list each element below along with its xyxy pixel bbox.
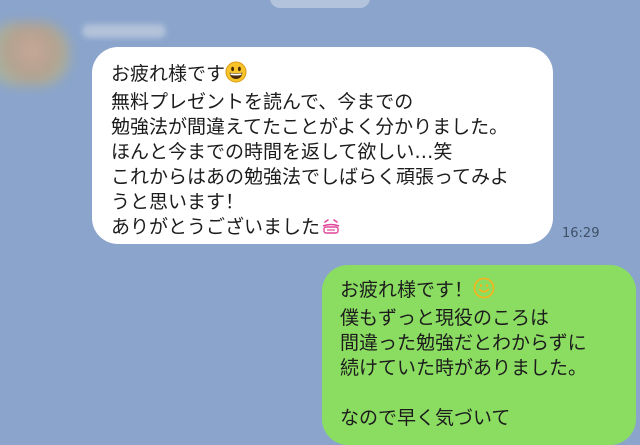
message-line: 間違った勉強だとわからずに xyxy=(340,332,587,354)
date-separator-pill xyxy=(270,0,370,8)
message-line: 僕もずっと現役のころは xyxy=(340,307,550,329)
message-line: これからはあの勉強法でしばらく頑張ってみよ xyxy=(111,166,510,188)
message-timestamp: 16:29 xyxy=(562,226,600,241)
outgoing-message-bubble[interactable]: お疲れ様です！ 僕もずっと現役のころは 間違った勉強だとわからずに 続けていた時… xyxy=(322,265,636,445)
message-line: 勉強法が間違えてたことがよく分かりました。 xyxy=(111,116,509,138)
sender-name-blurred xyxy=(82,24,166,38)
message-line: 続けていた時がありました。 xyxy=(340,357,588,379)
sender-avatar[interactable] xyxy=(0,22,70,86)
message-line: うと思います！ xyxy=(111,191,245,213)
message-line: お疲れ様です xyxy=(111,63,226,85)
message-line: ありがとうございました xyxy=(111,216,321,238)
incoming-message-bubble[interactable]: お疲れ様です 無料プレゼントを読んで、今までの 勉強法が間違えてたことがよく分か… xyxy=(92,47,553,244)
grinning-face-emoji-icon xyxy=(225,61,247,90)
message-line: お疲れ様です！ xyxy=(340,279,474,301)
message-line: ほんと今までの時間を返して欲しい…笑 xyxy=(111,141,453,163)
message-line: 無料プレゼントを読んで、今までの xyxy=(111,91,414,113)
smiling-face-emoji-icon xyxy=(473,277,495,306)
bowing-emoji-icon xyxy=(320,216,342,243)
